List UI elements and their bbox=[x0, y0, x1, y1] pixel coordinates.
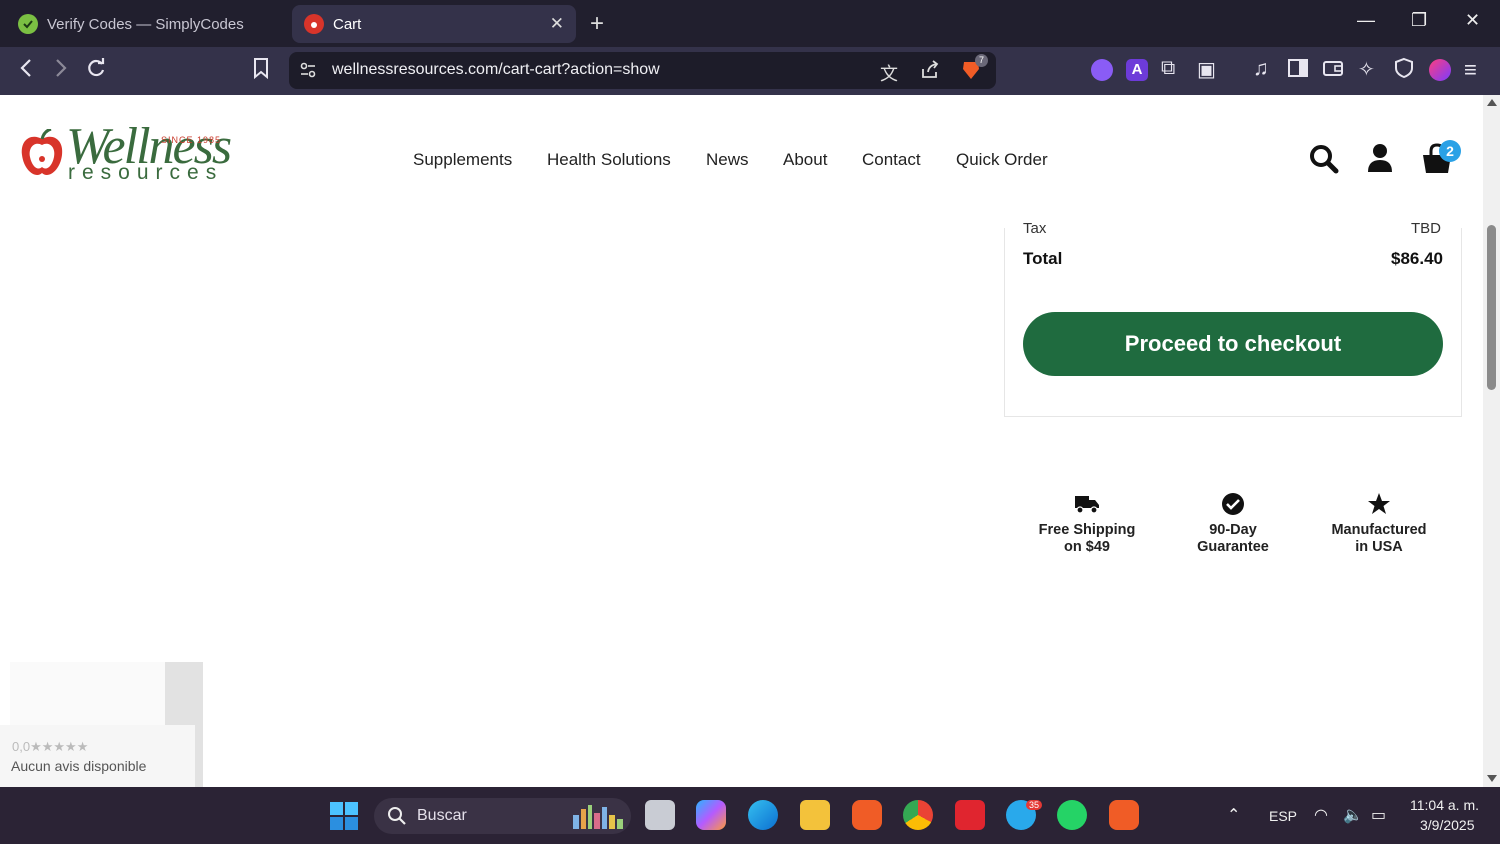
perk-line2: Guarantee bbox=[1197, 539, 1269, 555]
logo-since-text: SINCE 1985 bbox=[161, 135, 222, 145]
brave-active-window-icon[interactable] bbox=[1109, 800, 1139, 830]
reviews-widget[interactable]: 0,0★★★★★ Aucun avis disponible bbox=[0, 725, 195, 787]
vpn-shield-icon[interactable] bbox=[1394, 57, 1414, 85]
nav-news[interactable]: News bbox=[706, 150, 749, 170]
truck-icon bbox=[1007, 490, 1167, 518]
close-window-icon[interactable]: ✕ bbox=[1465, 10, 1480, 31]
volume-icon[interactable]: 🔈 bbox=[1343, 805, 1363, 825]
sidebar-toggle-icon[interactable] bbox=[1287, 57, 1309, 85]
tab-cart[interactable]: Cart ✕ bbox=[292, 5, 576, 43]
forward-icon[interactable] bbox=[53, 57, 69, 85]
account-user-icon[interactable] bbox=[1367, 143, 1393, 178]
proceed-to-checkout-button[interactable]: Proceed to checkout bbox=[1023, 312, 1443, 376]
shield-count-badge: 7 bbox=[975, 54, 988, 67]
clock-date[interactable]: 3/9/2025 bbox=[1420, 817, 1475, 833]
perk-guarantee: 90-Day Guarantee bbox=[1153, 490, 1313, 556]
simplycodes-favicon-icon bbox=[18, 14, 38, 34]
wallet-icon[interactable] bbox=[1322, 57, 1344, 85]
brave-browser-icon[interactable] bbox=[852, 800, 882, 830]
tab-simplycodes[interactable]: Verify Codes — SimplyCodes bbox=[6, 5, 286, 43]
order-summary-panel: Tax TBD Total $86.40 Proceed to checkout bbox=[1004, 220, 1462, 417]
reload-icon[interactable] bbox=[85, 57, 107, 85]
bookmark-icon[interactable] bbox=[252, 57, 270, 85]
edge-browser-icon[interactable] bbox=[748, 800, 778, 830]
tab-title: Verify Codes — SimplyCodes bbox=[47, 15, 244, 33]
telegram-unread-badge: 35 bbox=[1026, 800, 1043, 810]
wellness-apple-favicon-icon bbox=[304, 14, 324, 34]
scroll-up-arrow-icon[interactable] bbox=[1487, 99, 1497, 106]
restore-icon[interactable]: ❐ bbox=[1411, 10, 1427, 31]
tab-title: Cart bbox=[333, 15, 362, 33]
extensions-puzzle-icon[interactable]: ⧉ bbox=[1161, 57, 1175, 80]
battery-icon[interactable]: ▭ bbox=[1371, 805, 1386, 825]
share-icon[interactable] bbox=[920, 60, 940, 85]
nav-quick-order[interactable]: Quick Order bbox=[956, 150, 1048, 170]
perk-made-in-usa: Manufactured in USA bbox=[1299, 490, 1459, 556]
translate-icon[interactable]: 文 bbox=[880, 60, 898, 86]
tray-overflow-chevron-icon[interactable]: ⌃ bbox=[1227, 805, 1240, 825]
tax-label: Tax bbox=[1023, 220, 1047, 237]
perk-line1: Manufactured bbox=[1331, 522, 1427, 538]
wellness-resources-logo[interactable]: Wellness SINCE 1985 resources bbox=[18, 117, 232, 187]
search-highlight-city-icon bbox=[571, 803, 625, 834]
site-settings-icon[interactable] bbox=[299, 61, 317, 84]
input-language[interactable]: ESP bbox=[1269, 808, 1297, 824]
copilot-icon[interactable] bbox=[696, 800, 726, 830]
close-tab-icon[interactable]: ✕ bbox=[550, 14, 564, 34]
browser-toolbar: wellnessresources.com/cart-cart?action=s… bbox=[0, 47, 1500, 95]
perk-line1: 90-Day bbox=[1209, 522, 1257, 538]
page-scrollbar[interactable] bbox=[1483, 95, 1500, 787]
windows-start-icon[interactable] bbox=[330, 802, 358, 835]
total-value: $86.40 bbox=[1391, 249, 1443, 268]
star-icon bbox=[1299, 490, 1459, 518]
search-magnifier-icon bbox=[387, 806, 407, 831]
nav-supplements[interactable]: Supplements bbox=[413, 150, 512, 170]
windows-taskbar: Buscar 35 ⌃ ESP ◠ 🔈 ▭ 11:04 a. m. 3/9/20… bbox=[0, 787, 1500, 844]
address-bar[interactable]: wellnessresources.com/cart-cart?action=s… bbox=[289, 52, 996, 89]
scroll-down-arrow-icon[interactable] bbox=[1487, 775, 1497, 782]
reviews-widget-backdrop bbox=[10, 662, 165, 725]
cart-count-badge: 2 bbox=[1439, 140, 1461, 162]
check-circle-icon bbox=[1153, 490, 1313, 518]
media-music-icon[interactable]: ♫ bbox=[1253, 57, 1269, 81]
logo-subtitle-text: resources bbox=[68, 161, 224, 184]
extension-a-icon[interactable]: A bbox=[1126, 59, 1148, 81]
nav-contact[interactable]: Contact bbox=[862, 150, 921, 170]
extension-purple-icon[interactable] bbox=[1091, 59, 1113, 81]
perk-line2: on $49 bbox=[1064, 539, 1110, 555]
menu-hamburger-icon[interactable]: ≡ bbox=[1464, 57, 1477, 83]
perk-line2: in USA bbox=[1355, 539, 1403, 555]
scrollbar-thumb[interactable] bbox=[1487, 225, 1496, 390]
new-tab-icon[interactable]: + bbox=[590, 10, 604, 38]
browser-tab-strip: Verify Codes — SimplyCodes Cart ✕ + — ❐ … bbox=[0, 0, 1500, 47]
clock-time[interactable]: 11:04 a. m. bbox=[1410, 797, 1479, 813]
reviews-text: Aucun avis disponible bbox=[11, 758, 147, 774]
perk-line1: Free Shipping bbox=[1038, 522, 1136, 538]
web-page: Wellness SINCE 1985 resources Supplement… bbox=[0, 95, 1483, 787]
task-view-icon[interactable] bbox=[645, 800, 675, 830]
nav-about[interactable]: About bbox=[783, 150, 827, 170]
reviews-score: 0,0★★★★★ bbox=[12, 739, 89, 754]
back-icon[interactable] bbox=[18, 57, 34, 85]
search-placeholder: Buscar bbox=[417, 807, 467, 824]
taskbar-search[interactable]: Buscar bbox=[374, 798, 631, 834]
perk-free-shipping: Free Shipping on $49 bbox=[1007, 490, 1167, 556]
nav-health-solutions[interactable]: Health Solutions bbox=[547, 150, 671, 170]
leo-ai-icon[interactable]: ✧ bbox=[1358, 57, 1375, 82]
minimize-icon[interactable]: — bbox=[1357, 10, 1375, 31]
tax-value: TBD bbox=[1411, 220, 1441, 237]
apple-logo-icon bbox=[21, 129, 63, 175]
chrome-browser-icon[interactable] bbox=[903, 800, 933, 830]
wifi-icon[interactable]: ◠ bbox=[1314, 805, 1328, 825]
file-explorer-icon[interactable] bbox=[800, 800, 830, 830]
profile-avatar-icon[interactable] bbox=[1429, 59, 1451, 81]
reader-mode-icon[interactable]: ▣ bbox=[1197, 57, 1216, 82]
url-text[interactable]: wellnessresources.com/cart-cart?action=s… bbox=[332, 61, 660, 79]
search-icon[interactable] bbox=[1309, 143, 1339, 180]
total-label: Total bbox=[1023, 249, 1063, 268]
whatsapp-icon[interactable] bbox=[1057, 800, 1087, 830]
wps-office-icon[interactable] bbox=[955, 800, 985, 830]
